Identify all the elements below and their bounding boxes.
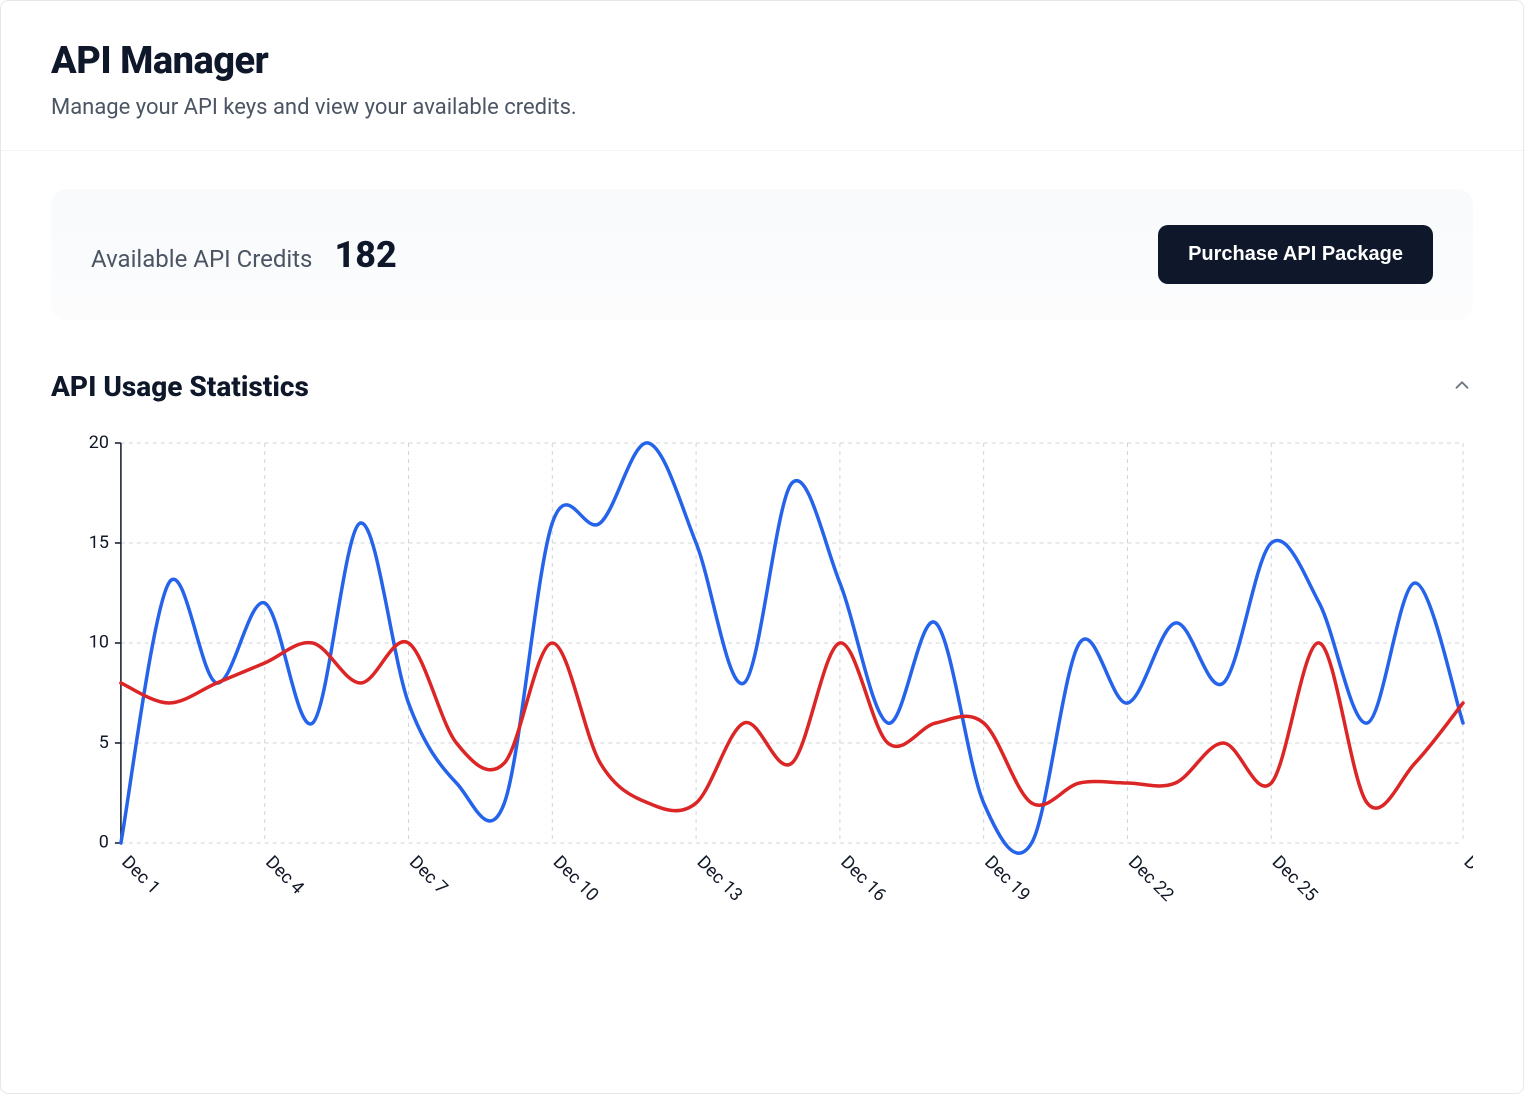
svg-text:Dec 22: Dec 22: [1124, 852, 1178, 906]
credits-panel: Available API Credits 182 Purchase API P…: [51, 189, 1473, 320]
svg-text:Dec 13: Dec 13: [693, 852, 747, 906]
svg-text:Dec 4: Dec 4: [261, 852, 308, 899]
purchase-api-package-button[interactable]: Purchase API Package: [1158, 225, 1433, 284]
page-header: API Manager Manage your API keys and vie…: [1, 1, 1523, 151]
api-manager-page: API Manager Manage your API keys and vie…: [0, 0, 1524, 1094]
credits-info: Available API Credits 182: [91, 234, 397, 276]
usage-chart: 0 5 10 15 20 Dec 1 Dec 4 Dec 7 Dec 10 Dec 13 Dec 1…: [51, 433, 1473, 953]
svg-text:5: 5: [99, 732, 109, 753]
credits-value: 182: [334, 234, 396, 276]
page-title: API Manager: [51, 39, 1473, 83]
svg-text:15: 15: [89, 532, 109, 553]
svg-text:Dec 29: Dec 29: [1459, 852, 1473, 906]
stats-title: API Usage Statistics: [51, 370, 309, 403]
svg-text:Dec 25: Dec 25: [1268, 852, 1322, 906]
page-subtitle: Manage your API keys and view your avail…: [51, 95, 1473, 120]
svg-text:Dec 19: Dec 19: [980, 852, 1034, 906]
stats-header: API Usage Statistics: [51, 370, 1473, 403]
credits-label: Available API Credits: [91, 245, 312, 273]
svg-text:Dec 16: Dec 16: [836, 852, 890, 906]
svg-text:Dec 7: Dec 7: [405, 852, 452, 899]
svg-text:10: 10: [89, 632, 109, 653]
svg-text:0: 0: [99, 832, 109, 853]
svg-text:Dec 1: Dec 1: [117, 852, 164, 899]
svg-text:20: 20: [89, 433, 109, 453]
svg-text:Dec 10: Dec 10: [549, 852, 603, 906]
chevron-up-icon[interactable]: [1451, 374, 1473, 400]
